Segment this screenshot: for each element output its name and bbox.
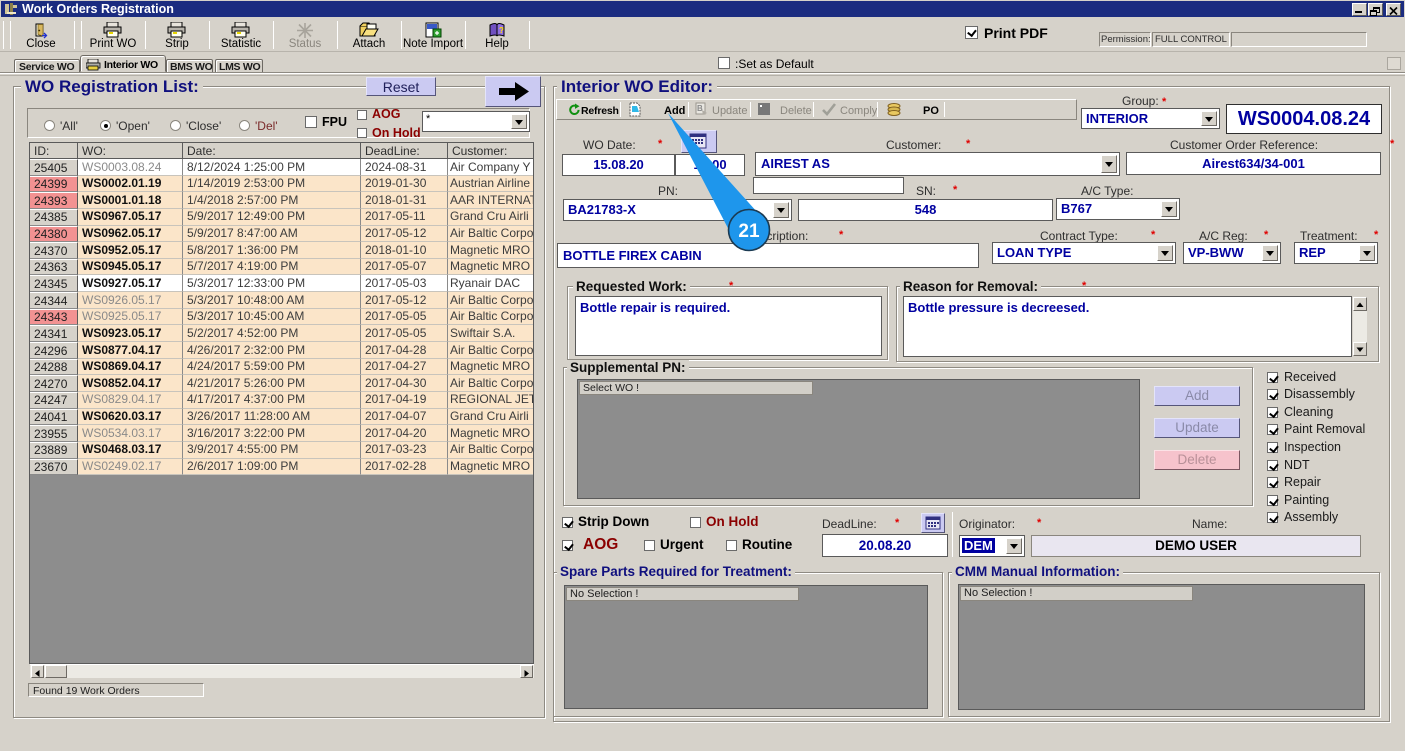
svg-text:21: 21 (738, 221, 760, 242)
svg-text:?: ? (499, 26, 504, 35)
